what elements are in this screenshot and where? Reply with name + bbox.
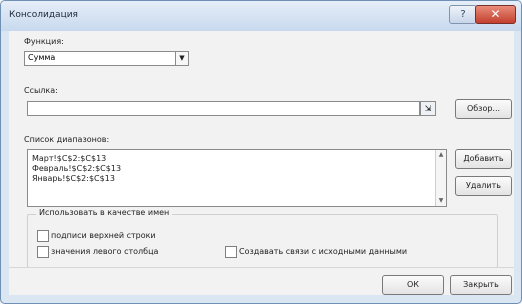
create-links-label: Создавать связи с исходными данными [239,247,408,256]
close-button[interactable]: Закрыть [450,275,512,295]
add-button[interactable]: Добавить [455,149,512,169]
divider [9,267,514,268]
consolidation-dialog: Консолидация ? ✕ Функция: Сумма ▼ Ссылка… [0,0,522,304]
delete-button[interactable]: Удалить [455,176,512,196]
scroll-down-icon[interactable]: ▼ [436,196,446,206]
list-item[interactable]: Февраль!$C$2:$C$13 [32,164,121,173]
browse-button[interactable]: Обзор... [455,99,512,119]
reference-label: Ссылка: [24,86,58,95]
create-links-checkbox[interactable] [225,246,237,258]
list-item[interactable]: Январь!$C$2:$C$13 [32,174,115,183]
help-button[interactable]: ? [449,5,477,24]
dialog-content: Функция: Сумма ▼ Ссылка: ⇲ Обзор... Спис… [9,31,514,295]
collapse-dialog-icon[interactable]: ⇲ [420,101,436,116]
list-scrollbar[interactable]: ▲ ▼ [435,150,446,206]
chevron-down-icon[interactable]: ▼ [175,52,188,65]
left-column-label: значения левого столбца [51,247,159,256]
scroll-up-icon[interactable]: ▲ [436,150,446,160]
use-labels-group: Использовать в качестве имен [27,208,498,268]
close-window-button[interactable]: ✕ [475,5,516,24]
function-selected-value: Сумма [28,53,56,62]
top-row-label: подписи верхней строки [51,231,156,240]
left-column-checkbox[interactable] [37,246,49,258]
ok-button[interactable]: ОК [382,275,444,295]
function-select[interactable]: Сумма ▼ [24,51,189,66]
reference-input[interactable] [27,101,420,116]
window-title: Консолидация [9,10,78,20]
list-item[interactable]: Март!$C$2:$C$13 [32,154,106,163]
use-labels-title: Использовать в качестве имен [36,208,173,217]
function-label: Функция: [24,37,64,46]
ranges-list[interactable]: Март!$C$2:$C$13 Февраль!$C$2:$C$13 Январ… [27,149,447,207]
ranges-list-label: Список диапазонов: [24,135,110,144]
title-bar[interactable]: Консолидация ? ✕ [1,1,521,31]
top-row-checkbox[interactable] [37,230,49,242]
